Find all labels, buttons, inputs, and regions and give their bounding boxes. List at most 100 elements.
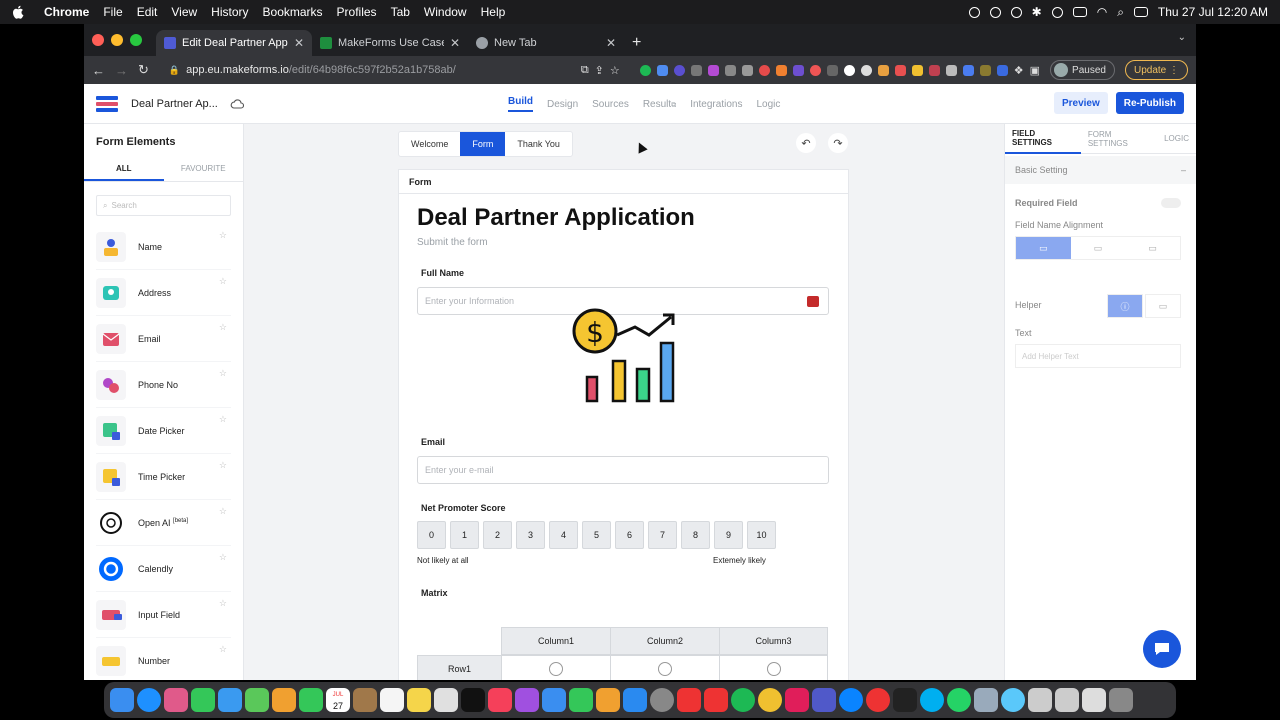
address-bar[interactable]: 🔒 app.eu.makeforms.io/edit/64b98f6c597f2… [159,59,630,81]
menu-view[interactable]: View [171,5,197,19]
apple-icon[interactable] [12,5,26,19]
align-left-option-icon[interactable]: ▭ [1071,237,1126,259]
extension-icon[interactable] [928,64,940,76]
form-subtitle[interactable]: Submit the form [417,237,488,248]
slack-icon[interactable] [785,688,809,712]
extension-icon[interactable] [639,64,651,76]
menu-file[interactable]: File [103,5,122,19]
elements-search-input[interactable]: ⌕ Search [96,195,231,216]
extension-icon[interactable] [809,64,821,76]
tab-favourite[interactable]: FAVOURITE [164,158,244,181]
favourite-star-icon[interactable]: ☆ [219,644,227,655]
app-status-icon[interactable] [1010,6,1022,18]
nav-design[interactable]: Design [547,99,578,110]
favourite-star-icon[interactable]: ☆ [219,322,227,333]
extension-icon[interactable] [758,64,770,76]
bookmark-star-icon[interactable]: ☆ [610,64,620,77]
element-date-picker[interactable]: Date Picker ☆ [96,408,231,454]
page-tab-welcome[interactable]: Welcome [399,132,460,156]
play-icon[interactable] [1051,6,1063,18]
menu-profiles[interactable]: Profiles [337,5,377,19]
nps-option[interactable]: 5 [582,521,611,549]
calendar-app-icon[interactable]: JUL 27 [326,688,350,712]
maps-icon[interactable] [245,688,269,712]
messages-icon[interactable] [191,688,215,712]
close-tab-icon[interactable]: ✕ [606,36,616,50]
menu-bookmarks[interactable]: Bookmarks [263,5,323,19]
helper-tooltip-icon[interactable]: ▭ [1145,294,1181,318]
element-calendly[interactable]: Calendly ☆ [96,546,231,592]
browser-tab-edit-form[interactable]: Edit Deal Partner Application | ✕ [156,30,312,56]
wifi-icon[interactable]: ◠ [1097,5,1107,19]
music-icon[interactable] [488,688,512,712]
favourite-star-icon[interactable]: ☆ [219,506,227,517]
favourite-star-icon[interactable]: ☆ [219,460,227,471]
forward-arrow-icon[interactable]: → [115,63,128,78]
side-panel-icon[interactable]: ▣ [1030,64,1040,77]
extension-icon[interactable] [945,64,957,76]
basic-setting-section[interactable]: Basic Setting – [1005,156,1196,184]
element-address[interactable]: Address ☆ [96,270,231,316]
install-app-icon[interactable]: ⧉ [581,64,589,77]
nav-logic[interactable]: Logic [756,99,780,110]
email-input[interactable]: Enter your e-mail [417,456,829,484]
extension-icon[interactable] [911,64,923,76]
menu-history[interactable]: History [211,5,248,19]
matrix-radio[interactable] [766,662,781,676]
spotlight-search-icon[interactable]: ⌕ [1117,5,1124,20]
form-title[interactable]: Deal Partner Application [417,204,695,232]
launchpad-icon[interactable] [164,688,188,712]
undo-icon[interactable]: ↶ [796,133,816,153]
tab-all[interactable]: ALL [84,158,164,181]
extension-icon[interactable] [979,64,991,76]
nps-option[interactable]: 9 [714,521,743,549]
extension-icon[interactable] [690,64,702,76]
zoom-window-button[interactable] [130,34,142,46]
menu-tab[interactable]: Tab [391,5,410,19]
favourite-star-icon[interactable]: ☆ [219,598,227,609]
freeform-icon[interactable] [434,688,458,712]
collapse-minus-icon[interactable]: – [1181,165,1186,175]
element-time-picker[interactable]: Time Picker ☆ [96,454,231,500]
nps-label[interactable]: Net Promoter Score [421,503,506,513]
tab-field-settings[interactable]: FIELD SETTINGS [1005,124,1081,154]
mail-icon[interactable] [218,688,242,712]
edge-icon[interactable] [839,688,863,712]
nps-option[interactable]: 7 [648,521,677,549]
makeforms-logo-icon[interactable] [96,95,118,112]
close-window-button[interactable] [92,34,104,46]
redo-icon[interactable]: ↷ [828,133,848,153]
profile-paused-button[interactable]: Paused [1050,60,1115,80]
extension-icon[interactable] [673,64,685,76]
app-icon[interactable] [974,688,998,712]
facetime-icon[interactable] [299,688,323,712]
align-right-option-icon[interactable]: ▭ [1125,237,1180,259]
nav-integrations[interactable]: Integrations [690,99,742,110]
align-top-option-icon[interactable]: ▭ [1016,237,1071,259]
extension-icon[interactable] [860,64,872,76]
element-name[interactable]: Name ☆ [96,224,231,270]
favourite-star-icon[interactable]: ☆ [219,414,227,425]
new-tab-plus-icon[interactable]: + [632,30,641,56]
tab-logic[interactable]: LOGIC [1157,124,1196,154]
preview-button[interactable]: Preview [1053,92,1108,114]
reminders-icon[interactable] [380,688,404,712]
terminal-icon[interactable] [893,688,917,712]
extension-icon[interactable] [775,64,787,76]
element-input-field[interactable]: Input Field ☆ [96,592,231,638]
chrome-update-button[interactable]: Update ⋮ [1124,60,1188,80]
extension-icon[interactable] [826,64,838,76]
nps-option[interactable]: 1 [450,521,479,549]
bluetooth-icon[interactable]: ✱ [1032,5,1042,19]
app-icon[interactable] [1001,688,1025,712]
safari-icon[interactable] [137,688,161,712]
extension-icon[interactable] [843,64,855,76]
helper-info-icon[interactable]: ⓘ [1107,294,1143,318]
page-tab-thank-you[interactable]: Thank You [505,132,572,156]
element-number[interactable]: Number ☆ [96,638,231,680]
teams-icon[interactable] [812,688,836,712]
system-settings-icon[interactable] [650,688,674,712]
extension-icon[interactable] [962,64,974,76]
browser-tab-new-tab[interactable]: New Tab ✕ [468,30,624,56]
favourite-star-icon[interactable]: ☆ [219,276,227,287]
